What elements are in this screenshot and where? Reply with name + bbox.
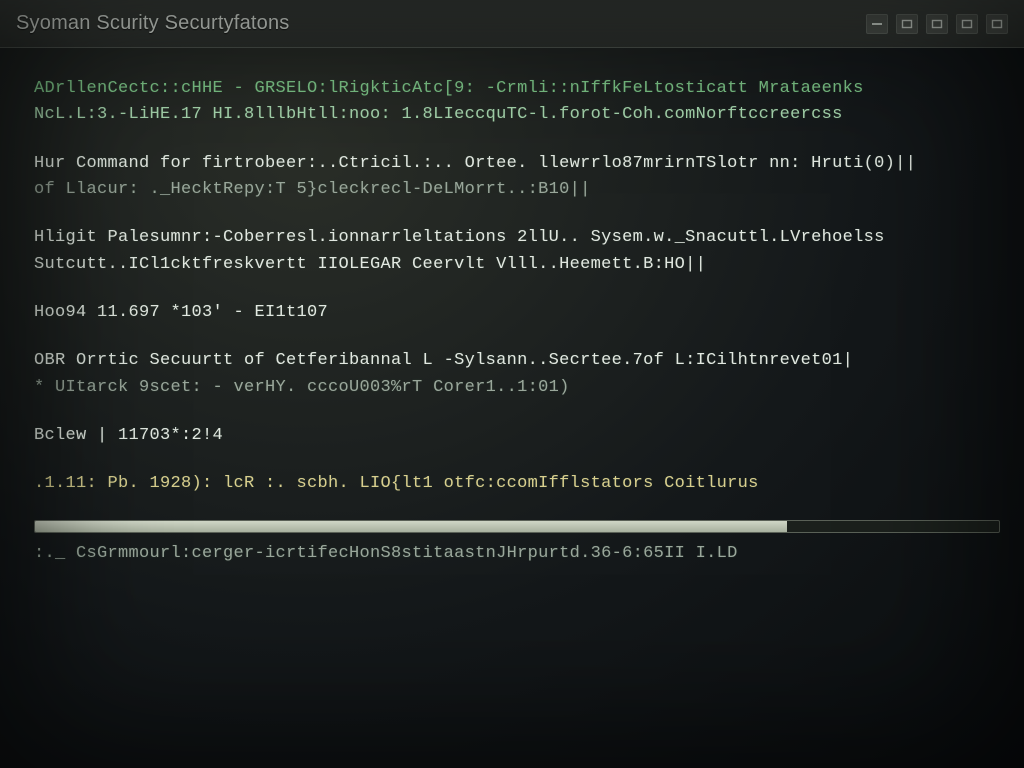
terminal-output: ADrllenCectc::cHHE - GRSELO:lRigkticAtc[… — [0, 48, 1024, 579]
output-line: Hur Command for firtrobeer:..Ctricil.:..… — [34, 151, 1000, 177]
output-line: .1.11: Pb. 1928): lcR :. scbh. LIO{lt1 o… — [34, 471, 1000, 497]
output-block: OBR Orrtic Secuurtt of Cetferibannal L -… — [34, 348, 1000, 401]
progress-bar-container — [34, 520, 1000, 533]
output-line: ADrllenCectc::cHHE - GRSELO:lRigkticAtc[… — [34, 76, 1000, 102]
output-line: Bclew | 11703*:2!4 — [34, 423, 1000, 449]
output-line: NcL.L:3.-LiHE.17 HI.8lllbHtll:noo: 1.8LI… — [34, 102, 1000, 128]
window-button-3[interactable] — [926, 14, 948, 34]
output-line: OBR Orrtic Secuurtt of Cetferibannal L -… — [34, 348, 1000, 374]
output-line: Hoo94 11.697 *103' - EI1t107 — [34, 300, 1000, 326]
output-line: Hligit Palesumnr:-Coberresl.ionnarrlelta… — [34, 225, 1000, 251]
window-title: Syoman Scurity Securtyfatons — [16, 12, 858, 35]
window-button-2[interactable] — [896, 14, 918, 34]
output-block: ADrllenCectc::cHHE - GRSELO:lRigkticAtc[… — [34, 76, 1000, 129]
output-block: Hur Command for firtrobeer:..Ctricil.:..… — [34, 151, 1000, 204]
output-block: Hoo94 11.697 *103' - EI1t107 — [34, 300, 1000, 326]
output-line: of Llacur: ._HecktRepy:T 5}cleckrecl-DeL… — [34, 177, 1000, 203]
progress-bar — [34, 520, 1000, 533]
window-button-5[interactable] — [986, 14, 1008, 34]
output-line: * UItarck 9scet: - verHY. cccoU003%rT Co… — [34, 375, 1000, 401]
footer-line: :._ CsGrmmourl:cerger-icrtifecHonS8stita… — [34, 541, 1000, 567]
window-button-1[interactable] — [866, 14, 888, 34]
progress-bar-fill — [35, 521, 787, 532]
output-line: Sutcutt..ICl1cktfreskvertt IIOLEGAR Ceer… — [34, 252, 1000, 278]
output-block: .1.11: Pb. 1928): lcR :. scbh. LIO{lt1 o… — [34, 471, 1000, 497]
titlebar: Syoman Scurity Securtyfatons — [0, 0, 1024, 48]
output-block: Hligit Palesumnr:-Coberresl.ionnarrlelta… — [34, 225, 1000, 278]
window-button-4[interactable] — [956, 14, 978, 34]
output-block: Bclew | 11703*:2!4 — [34, 423, 1000, 449]
